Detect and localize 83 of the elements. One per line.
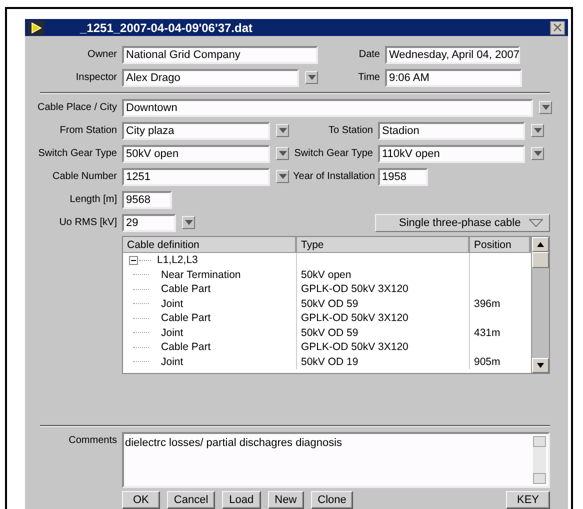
dropdown-button[interactable] bbox=[276, 170, 289, 183]
field-label: Owner bbox=[86, 49, 117, 60]
scroll-down-button[interactable] bbox=[532, 358, 549, 373]
tree-item[interactable]: L1,L2,L3 bbox=[157, 254, 198, 266]
caret-icon bbox=[308, 74, 316, 80]
field-label: Time bbox=[357, 72, 380, 83]
table-cell: 50kV OD 19 bbox=[301, 356, 358, 368]
caret-icon bbox=[534, 128, 542, 134]
caret-icon bbox=[534, 150, 542, 156]
dropdown-button[interactable] bbox=[539, 101, 552, 114]
action-button[interactable]: Cancel bbox=[166, 491, 216, 509]
text-field[interactable]: Alex Drago bbox=[122, 68, 300, 86]
action-button[interactable]: New bbox=[268, 491, 304, 509]
text-field[interactable]: 9:06 AM bbox=[385, 68, 522, 86]
text-field[interactable]: Wednesday, April 04, 2007 bbox=[385, 46, 520, 64]
text-field[interactable]: 50kV open bbox=[122, 144, 270, 162]
scroll-up-button[interactable] bbox=[532, 237, 549, 252]
field-label: Uo RMS [kV] bbox=[58, 217, 117, 228]
field-label: Length [m] bbox=[68, 194, 117, 205]
cable-type-dropdown[interactable]: Single three-phase cable bbox=[375, 214, 550, 232]
tree-item[interactable]: Cable Part bbox=[161, 312, 211, 324]
down-arrow-icon bbox=[537, 363, 544, 368]
field-label: Cable Place / City bbox=[36, 102, 117, 113]
table-cell: 431m bbox=[474, 326, 500, 339]
dropdown-button[interactable] bbox=[276, 147, 289, 160]
up-arrow-icon bbox=[537, 242, 544, 247]
table-cell: 50kV OD 59 bbox=[301, 326, 358, 339]
text-field[interactable]: 9568 bbox=[122, 190, 172, 208]
table-cell: GPLK-OD 50kV 3X120 bbox=[301, 341, 408, 354]
action-button[interactable]: OK bbox=[122, 491, 160, 509]
tree-item[interactable]: Cable Part bbox=[161, 341, 211, 354]
column-header[interactable]: Cable definition bbox=[123, 237, 297, 252]
field-label: Date bbox=[358, 49, 380, 60]
table-cell: GPLK-OD 50kV 3X120 bbox=[301, 312, 408, 324]
text-field[interactable]: 1251 bbox=[122, 168, 270, 186]
tree-item[interactable]: Near Termination bbox=[161, 268, 241, 281]
table-cell: 905m bbox=[474, 356, 500, 368]
scroll-thumb[interactable] bbox=[532, 252, 549, 268]
tree-item[interactable]: Joint bbox=[161, 356, 184, 368]
scrollbar[interactable] bbox=[531, 237, 549, 373]
caret-icon bbox=[278, 128, 286, 134]
field-label: From Station bbox=[58, 125, 117, 136]
text-field[interactable]: City plaza bbox=[122, 122, 270, 140]
action-button[interactable]: Clone bbox=[310, 491, 354, 509]
collapse-toggle[interactable] bbox=[129, 256, 138, 265]
column-header[interactable]: Type bbox=[297, 237, 470, 252]
window-title: _1251_2007-04-04-09'06'37.dat bbox=[80, 20, 254, 34]
caret-icon bbox=[278, 174, 286, 180]
caret-icon bbox=[542, 104, 550, 110]
caret-icon bbox=[184, 220, 192, 226]
dropdown-button[interactable] bbox=[305, 71, 318, 84]
action-button[interactable]: Load bbox=[222, 491, 261, 509]
dropdown-button[interactable] bbox=[182, 216, 195, 229]
tree-item[interactable]: Cable Part bbox=[161, 283, 211, 296]
table-cell: 50kV open bbox=[301, 268, 352, 281]
field-label: Inspector bbox=[74, 72, 117, 83]
text-field[interactable]: Stadion bbox=[378, 122, 525, 140]
field-label: Switch Gear Type bbox=[37, 148, 117, 159]
field-label: Year of Installation bbox=[293, 171, 373, 182]
table-cell: GPLK-OD 50kV 3X120 bbox=[301, 283, 408, 296]
dropdown-button[interactable] bbox=[276, 124, 289, 137]
table-cell: 50kV OD 59 bbox=[301, 298, 358, 310]
caret-icon bbox=[529, 218, 543, 226]
field-label: Cable Number bbox=[52, 171, 117, 182]
close-button[interactable] bbox=[550, 20, 565, 34]
table-cell: 396m bbox=[474, 298, 500, 310]
comments-field[interactable]: dielectrc losses/ partial dischagres diagnosis bbox=[122, 432, 550, 488]
dropdown-button[interactable] bbox=[531, 147, 544, 160]
close-icon bbox=[553, 23, 562, 32]
text-field[interactable]: 1958 bbox=[378, 168, 428, 186]
text-field[interactable]: Downtown bbox=[122, 98, 533, 116]
tree-item[interactable]: Joint bbox=[161, 326, 184, 339]
dropdown-button[interactable] bbox=[531, 124, 544, 137]
field-label: Switch Gear Type bbox=[293, 148, 373, 159]
tree-item[interactable]: Joint bbox=[161, 298, 184, 310]
key-button[interactable]: KEY bbox=[506, 491, 550, 509]
text-field[interactable]: 110kV open bbox=[378, 144, 525, 162]
field-label: Comments bbox=[68, 434, 117, 448]
text-field[interactable]: 29 bbox=[122, 214, 176, 232]
caret-icon bbox=[278, 150, 286, 156]
text-field[interactable]: National Grid Company bbox=[122, 46, 318, 64]
scrollbar[interactable] bbox=[533, 434, 548, 486]
field-label: To Station bbox=[328, 125, 373, 136]
